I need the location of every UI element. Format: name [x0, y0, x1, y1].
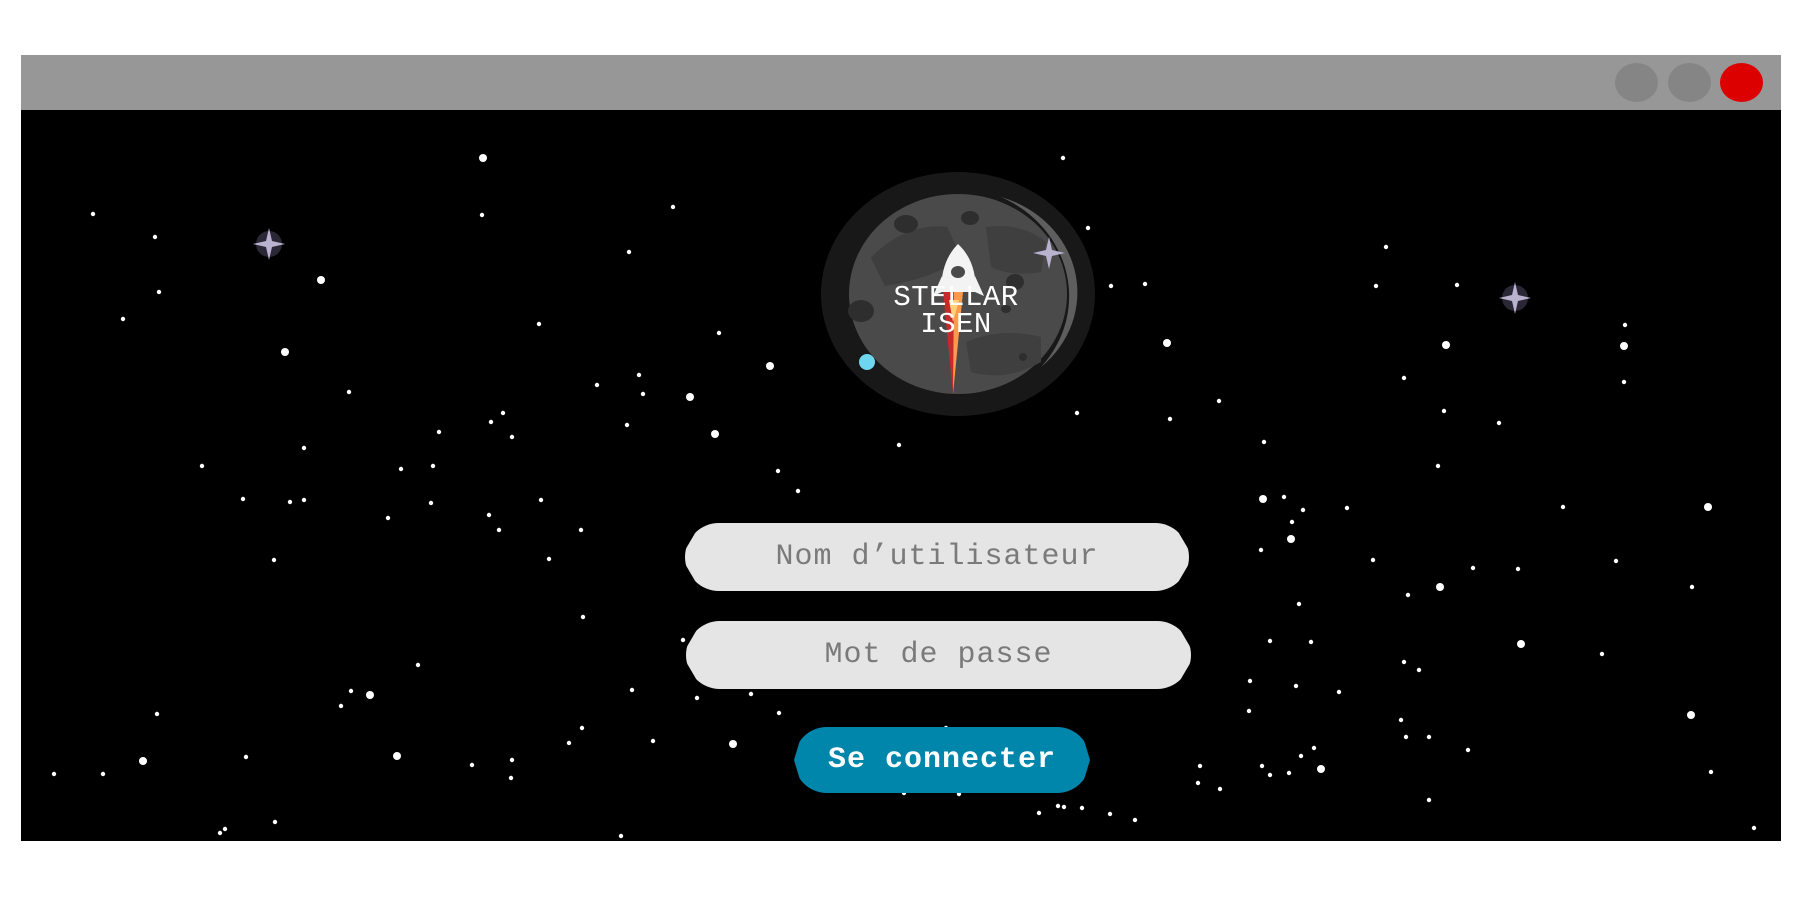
- logo-title: STELLAR ISEN: [801, 281, 1111, 341]
- logo-title-line1: STELLAR: [893, 281, 1019, 314]
- app-window: STELLAR ISEN Se connecter: [21, 55, 1781, 841]
- logo-title-line2: ISEN: [920, 308, 992, 341]
- login-button[interactable]: Se connecter: [794, 727, 1090, 793]
- title-bar: [21, 55, 1781, 110]
- close-button[interactable]: [1720, 63, 1763, 102]
- stellar-isen-logo: STELLAR ISEN: [801, 172, 1111, 462]
- starfield-background: STELLAR ISEN Se connecter: [21, 110, 1781, 841]
- maximize-button[interactable]: [1668, 63, 1711, 102]
- username-input[interactable]: [685, 523, 1189, 591]
- minimize-button[interactable]: [1615, 63, 1658, 102]
- password-input[interactable]: [686, 621, 1191, 689]
